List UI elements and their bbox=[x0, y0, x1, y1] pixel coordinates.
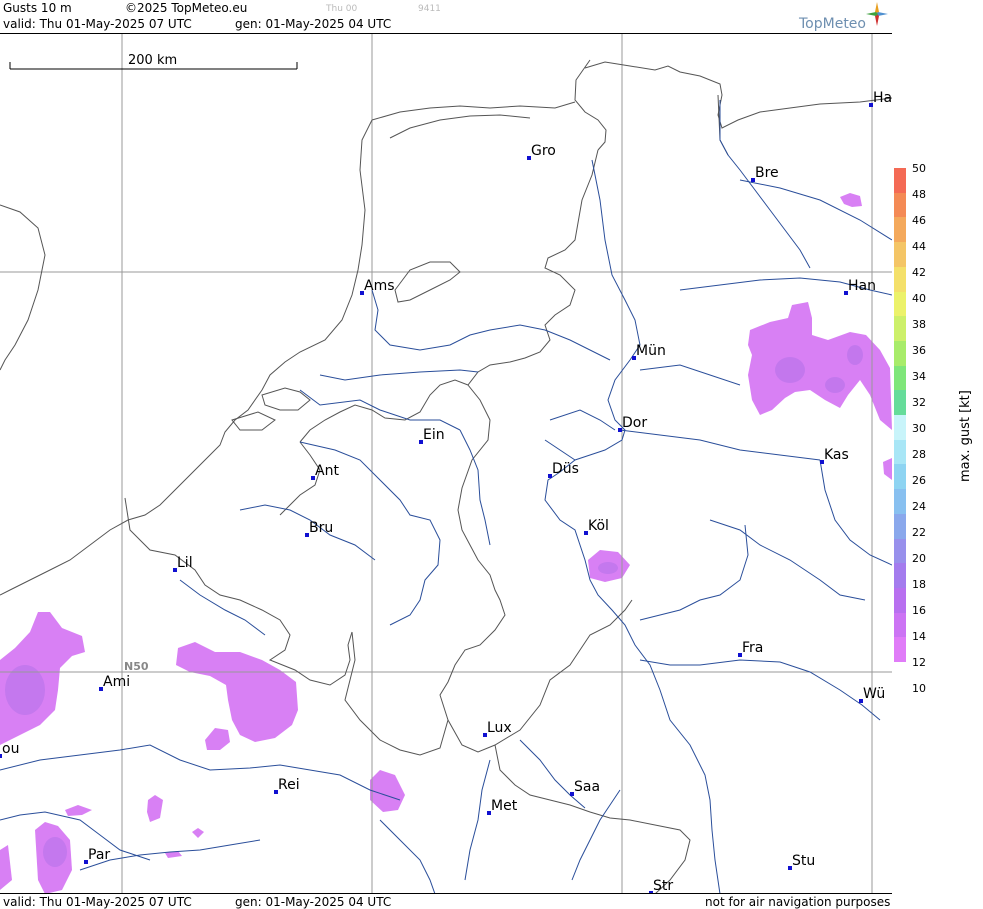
legend-color-step bbox=[894, 464, 906, 490]
legend-tick-label: 48 bbox=[912, 188, 926, 201]
valid-time: valid: Thu 01-May-2025 07 UTC bbox=[3, 17, 192, 31]
legend-tick-label: 10 bbox=[912, 682, 926, 695]
city-label: Köl bbox=[588, 518, 609, 534]
faint-label-2: 9411 bbox=[418, 4, 441, 14]
legend-colorbar bbox=[894, 168, 906, 663]
city-label: Wü bbox=[863, 686, 885, 702]
copyright: ©2025 TopMeteo.eu bbox=[125, 1, 248, 15]
legend-tick-label: 24 bbox=[912, 500, 926, 513]
product-title: Gusts 10 m bbox=[3, 1, 72, 15]
legend-tick-label: 42 bbox=[912, 266, 926, 279]
city-label: Par bbox=[88, 847, 110, 863]
legend-color-step bbox=[894, 612, 906, 638]
legend-color-step bbox=[894, 439, 906, 465]
city-label: Kas bbox=[824, 447, 849, 463]
legend-tick-label: 22 bbox=[912, 526, 926, 539]
gust-map[interactable]: 200 km N50 Gro Bre Ha Ams Han Mün Dor Ein Ant Düs… bbox=[0, 33, 892, 894]
city-label: Lux bbox=[487, 720, 512, 736]
legend-tick-label: 26 bbox=[912, 474, 926, 487]
legend-color-step bbox=[894, 563, 906, 589]
city-markers: Gro Bre Ha Ams Han Mün Dor Ein Ant Düs Kas Bru Köl Li… bbox=[0, 90, 892, 894]
legend-tick-label: 44 bbox=[912, 240, 926, 253]
city-label: Bre bbox=[755, 165, 779, 181]
legend-tick-label: 12 bbox=[912, 656, 926, 669]
legend-color-step bbox=[894, 415, 906, 441]
city-label: Ha bbox=[873, 90, 892, 106]
legend-tick-label: 36 bbox=[912, 344, 926, 357]
legend-color-step bbox=[894, 365, 906, 391]
legend-tick-label: 38 bbox=[912, 318, 926, 331]
faint-label-1: Thu 00 bbox=[326, 4, 358, 14]
legend-tick-label: 40 bbox=[912, 292, 926, 305]
legend-color-step bbox=[894, 291, 906, 317]
legend-color-step bbox=[894, 266, 906, 292]
logo-text: TopMeteo bbox=[799, 16, 866, 32]
legend-tick-label: 14 bbox=[912, 630, 926, 643]
city-label: Dor bbox=[622, 415, 647, 431]
legend-tick-label: 32 bbox=[912, 396, 926, 409]
legend-color-step bbox=[894, 316, 906, 342]
city-label: Stu bbox=[792, 853, 815, 869]
legend-color-step bbox=[894, 489, 906, 515]
legend-tick-label: 34 bbox=[912, 370, 926, 383]
legend-color-step bbox=[894, 637, 906, 663]
city-label: Mün bbox=[636, 343, 666, 359]
graticule bbox=[0, 33, 892, 894]
grid-label-n50: N50 bbox=[124, 660, 149, 673]
city-label: Lil bbox=[177, 555, 193, 571]
legend-color-step bbox=[894, 192, 906, 218]
city-label: Str bbox=[653, 878, 673, 894]
city-label: Düs bbox=[552, 461, 579, 477]
generated-time: gen: 01-May-2025 04 UTC bbox=[235, 17, 392, 31]
legend-tick-label: 18 bbox=[912, 578, 926, 591]
city-label: Fra bbox=[742, 640, 763, 656]
scale-bar-label: 200 km bbox=[128, 53, 177, 68]
compass-logo-icon bbox=[866, 2, 888, 26]
city-label: ou bbox=[2, 741, 19, 757]
legend-tick-label: 20 bbox=[912, 552, 926, 565]
footer-valid: valid: Thu 01-May-2025 07 UTC bbox=[3, 895, 192, 909]
legend-tick-label: 46 bbox=[912, 214, 926, 227]
footer-note: not for air navigation purposes bbox=[705, 895, 891, 909]
city-label: Ams bbox=[364, 278, 395, 294]
legend-tick-label: 16 bbox=[912, 604, 926, 617]
legend-color-step bbox=[894, 242, 906, 268]
legend-tick-label: 28 bbox=[912, 448, 926, 461]
footer-gen: gen: 01-May-2025 04 UTC bbox=[235, 895, 392, 909]
city-label: Ant bbox=[315, 463, 339, 479]
legend-tick-label: 30 bbox=[912, 422, 926, 435]
city-label: Gro bbox=[531, 143, 556, 159]
city-label: Rei bbox=[278, 777, 300, 793]
legend-color-step bbox=[894, 340, 906, 367]
city-label: Met bbox=[491, 798, 518, 814]
city-label: Han bbox=[848, 278, 876, 294]
legend-color-step bbox=[894, 538, 906, 564]
legend-color-step bbox=[894, 587, 906, 614]
legend-title: max. gust [kt] bbox=[958, 390, 973, 482]
legend-color-step bbox=[894, 513, 906, 539]
city-label: Ami bbox=[103, 674, 130, 690]
legend-color-step bbox=[894, 168, 906, 194]
city-label: Saa bbox=[574, 779, 600, 795]
city-label: Bru bbox=[309, 520, 333, 536]
legend-color-step bbox=[894, 217, 906, 243]
city-label: Ein bbox=[423, 427, 445, 443]
legend-tick-label: 50 bbox=[912, 162, 926, 175]
legend-color-step bbox=[894, 390, 906, 416]
rivers bbox=[0, 100, 892, 894]
gust-cores bbox=[5, 345, 863, 867]
